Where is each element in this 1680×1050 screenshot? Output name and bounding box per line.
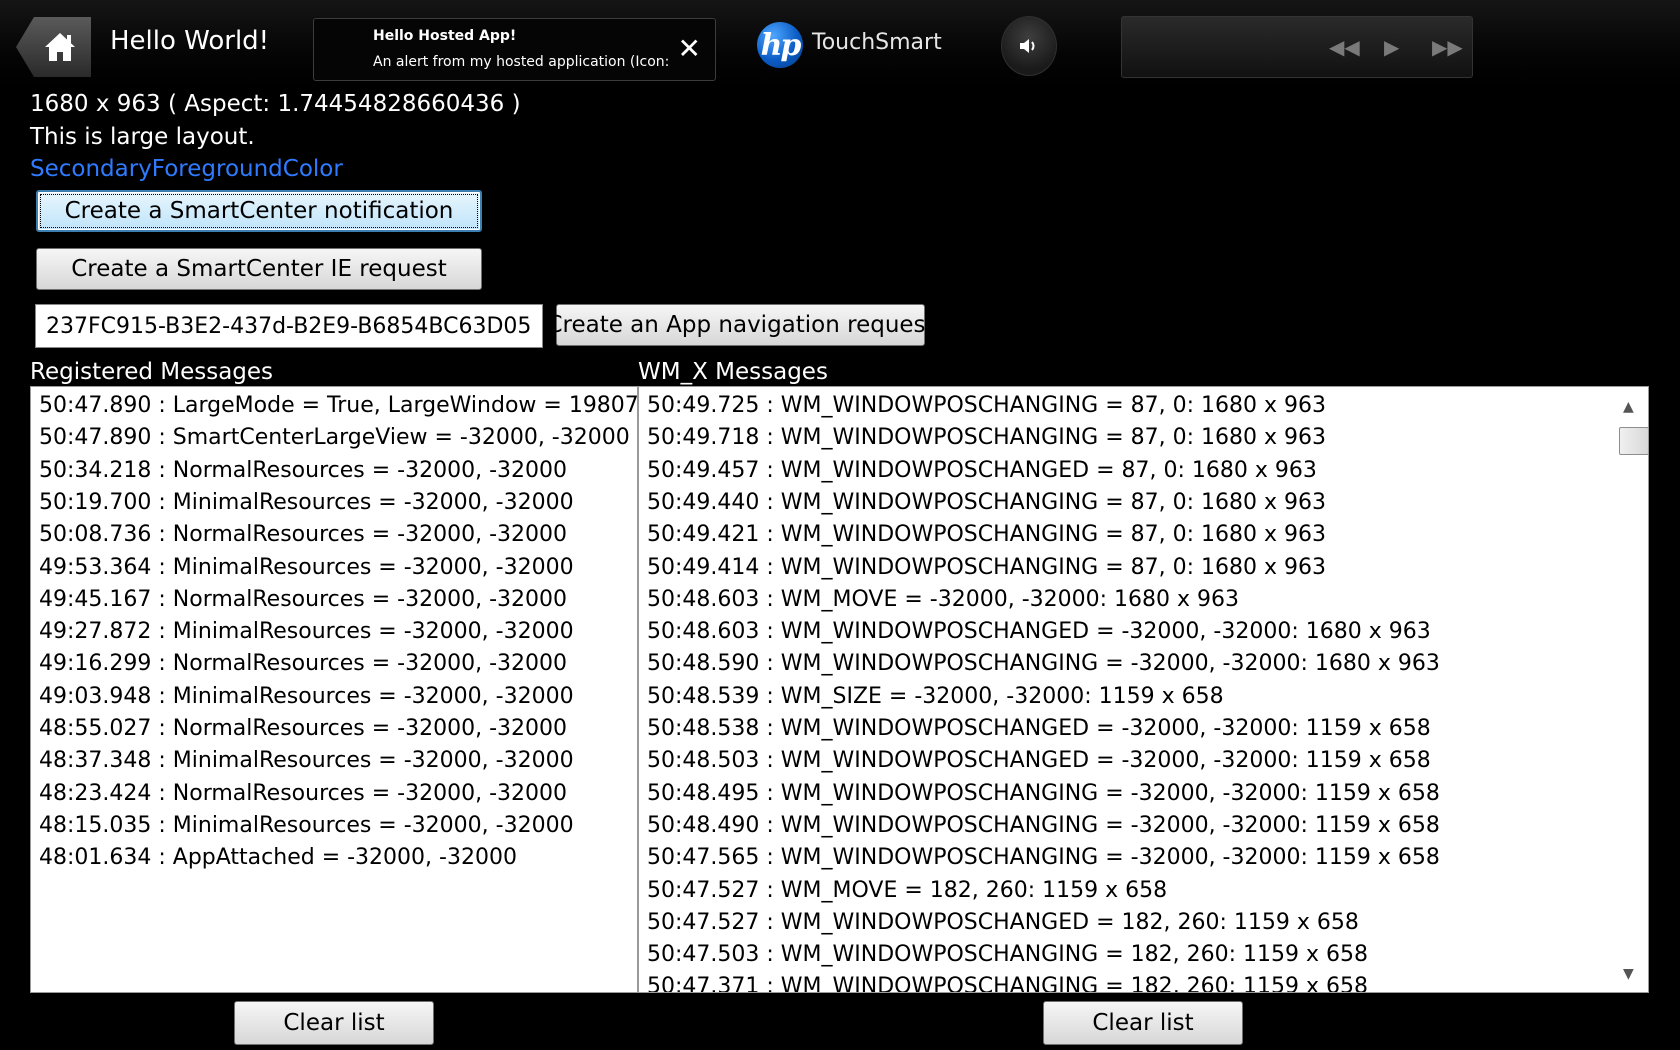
registered-messages-list[interactable]: 50:47.890 : LargeMode = True, LargeWindo… xyxy=(30,386,638,993)
secondary-color-text: SecondaryForegroundColor xyxy=(30,156,343,182)
scroll-down-icon[interactable]: ▼ xyxy=(1623,966,1634,982)
alert-notification: Hello Hosted App! An alert from my hoste… xyxy=(313,18,716,81)
vertical-scrollbar[interactable]: ▲ ▼ xyxy=(1612,387,1648,992)
wm-messages-label: WM_X Messages xyxy=(638,359,828,385)
list-item[interactable]: 48:01.634 : AppAttached = -32000, -32000 xyxy=(39,845,517,870)
list-item[interactable]: 50:48.603 : WM_MOVE = -32000, -32000: 16… xyxy=(647,587,1239,612)
list-item[interactable]: 50:47.890 : LargeMode = True, LargeWindo… xyxy=(39,393,637,418)
list-item[interactable]: 49:16.299 : NormalResources = -32000, -3… xyxy=(39,651,567,676)
list-item[interactable]: 50:34.218 : NormalResources = -32000, -3… xyxy=(39,458,567,483)
brand-name: TouchSmart xyxy=(812,30,942,55)
list-item[interactable]: 50:49.457 : WM_WINDOWPOSCHANGED = 87, 0:… xyxy=(647,458,1317,483)
list-item[interactable]: 50:47.527 : WM_MOVE = 182, 260: 1159 x 6… xyxy=(647,878,1167,903)
play-icon[interactable]: ▶ xyxy=(1384,35,1399,59)
top-bar: Hello World! Hello Hosted App! An alert … xyxy=(0,0,1680,88)
list-item[interactable]: 50:48.503 : WM_WINDOWPOSCHANGED = -32000… xyxy=(647,748,1431,773)
alert-message: An alert from my hosted application (Ico… xyxy=(373,54,673,70)
list-item[interactable]: 50:48.495 : WM_WINDOWPOSCHANGING = -3200… xyxy=(647,781,1440,806)
scroll-up-icon[interactable]: ▲ xyxy=(1623,399,1634,415)
list-item[interactable]: 49:27.872 : MinimalResources = -32000, -… xyxy=(39,619,574,644)
list-item[interactable]: 50:49.718 : WM_WINDOWPOSCHANGING = 87, 0… xyxy=(647,425,1326,450)
create-notification-button[interactable]: Create a SmartCenter notification xyxy=(36,190,482,232)
list-item[interactable]: 48:15.035 : MinimalResources = -32000, -… xyxy=(39,813,574,838)
hp-logo: hp xyxy=(757,22,803,68)
list-item[interactable]: 50:49.421 : WM_WINDOWPOSCHANGING = 87, 0… xyxy=(647,522,1326,547)
app-guid-input[interactable] xyxy=(35,304,543,348)
list-item[interactable]: 49:45.167 : NormalResources = -32000, -3… xyxy=(39,587,567,612)
list-item[interactable]: 50:47.371 : WM_WINDOWPOSCHANGING = 182, … xyxy=(647,974,1368,992)
close-icon[interactable]: ✕ xyxy=(678,35,701,63)
clear-registered-button[interactable]: Clear list xyxy=(234,1001,434,1045)
list-item[interactable]: 50:48.490 : WM_WINDOWPOSCHANGING = -3200… xyxy=(647,813,1440,838)
rewind-icon[interactable]: ◀◀ xyxy=(1329,35,1360,59)
list-item[interactable]: 50:48.538 : WM_WINDOWPOSCHANGED = -32000… xyxy=(647,716,1431,741)
fast-forward-icon[interactable]: ▶▶ xyxy=(1432,35,1463,59)
resolution-text: 1680 x 963 ( Aspect: 1.74454828660436 ) xyxy=(30,91,521,117)
list-item[interactable]: 48:37.348 : MinimalResources = -32000, -… xyxy=(39,748,574,773)
app-title: Hello World! xyxy=(110,26,270,56)
layout-text: This is large layout. xyxy=(30,124,255,150)
clear-wm-button[interactable]: Clear list xyxy=(1043,1001,1243,1045)
scroll-thumb[interactable] xyxy=(1619,427,1648,455)
registered-messages-label: Registered Messages xyxy=(30,359,274,385)
list-item[interactable]: 49:03.948 : MinimalResources = -32000, -… xyxy=(39,684,574,709)
home-icon xyxy=(44,33,75,61)
list-item[interactable]: 49:53.364 : MinimalResources = -32000, -… xyxy=(39,555,574,580)
list-item[interactable]: 48:55.027 : NormalResources = -32000, -3… xyxy=(39,716,567,741)
list-item[interactable]: 50:48.539 : WM_SIZE = -32000, -32000: 11… xyxy=(647,684,1224,709)
list-item[interactable]: 50:19.700 : MinimalResources = -32000, -… xyxy=(39,490,574,515)
list-item[interactable]: 50:47.503 : WM_WINDOWPOSCHANGING = 182, … xyxy=(647,942,1368,967)
alert-title: Hello Hosted App! xyxy=(373,28,517,44)
wm-messages-list[interactable]: 50:49.725 : WM_WINDOWPOSCHANGING = 87, 0… xyxy=(638,386,1649,993)
list-item[interactable]: 50:47.527 : WM_WINDOWPOSCHANGED = 182, 2… xyxy=(647,910,1359,935)
home-button[interactable] xyxy=(16,17,91,77)
speaker-icon xyxy=(1020,39,1035,53)
list-item[interactable]: 50:47.565 : WM_WINDOWPOSCHANGING = -3200… xyxy=(647,845,1440,870)
list-item[interactable]: 50:47.890 : SmartCenterLargeView = -3200… xyxy=(39,425,630,450)
list-item[interactable]: 50:49.440 : WM_WINDOWPOSCHANGING = 87, 0… xyxy=(647,490,1326,515)
volume-button[interactable] xyxy=(1001,16,1057,76)
create-ie-request-button[interactable]: Create a SmartCenter IE request xyxy=(36,248,482,290)
list-item[interactable]: 50:48.603 : WM_WINDOWPOSCHANGED = -32000… xyxy=(647,619,1431,644)
list-item[interactable]: 50:49.725 : WM_WINDOWPOSCHANGING = 87, 0… xyxy=(647,393,1326,418)
media-controls: ◀◀ ▶ ▶▶ xyxy=(1121,16,1473,78)
list-item[interactable]: 50:08.736 : NormalResources = -32000, -3… xyxy=(39,522,567,547)
list-item[interactable]: 50:48.590 : WM_WINDOWPOSCHANGING = -3200… xyxy=(647,651,1440,676)
list-item[interactable]: 50:49.414 : WM_WINDOWPOSCHANGING = 87, 0… xyxy=(647,555,1326,580)
list-item[interactable]: 48:23.424 : NormalResources = -32000, -3… xyxy=(39,781,567,806)
create-app-navigation-button[interactable]: Create an App navigation request xyxy=(546,304,935,346)
